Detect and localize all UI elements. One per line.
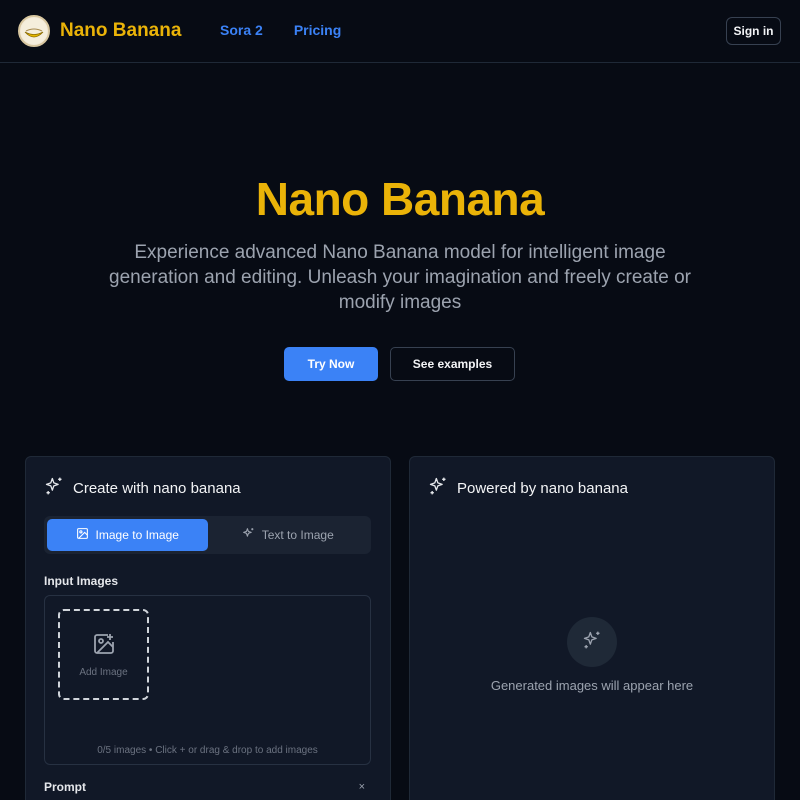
hero-actions: Try Now See examples <box>284 347 515 381</box>
top-navbar: Nano Banana Sora 2 Pricing Sign in <box>0 0 800 63</box>
output-panel: Powered by nano banana Generated images … <box>409 456 775 800</box>
image-plus-icon <box>92 632 116 661</box>
brand-name: Nano Banana <box>60 20 182 41</box>
prompt-label: Prompt <box>44 780 86 794</box>
sign-in-button[interactable]: Sign in <box>726 17 781 45</box>
input-images-label: Input Images <box>44 574 119 588</box>
main-nav: Sora 2 Pricing <box>220 22 341 38</box>
hero-description: Experience advanced Nano Banana model fo… <box>109 242 691 313</box>
add-image-label: Add Image <box>79 666 128 678</box>
hero-title: Nano Banana <box>255 173 545 225</box>
create-panel-title: Create with nano banana <box>73 480 241 497</box>
try-now-button[interactable]: Try Now <box>284 347 378 381</box>
output-placeholder: Generated images will appear here <box>410 617 774 693</box>
output-panel-title: Powered by nano banana <box>457 480 628 497</box>
banana-logo-icon <box>18 15 50 47</box>
image-upload-dropzone[interactable]: Add Image 0/5 images • Click + or drag &… <box>44 595 371 765</box>
brand-logo[interactable]: Nano Banana <box>18 15 181 47</box>
create-panel-header: Create with nano banana <box>44 476 241 501</box>
tab-label: Text to Image <box>261 528 334 542</box>
sparkles-icon <box>242 527 255 543</box>
sparkles-icon <box>44 476 64 501</box>
nav-link-pricing[interactable]: Pricing <box>294 22 341 38</box>
clear-prompt-button[interactable]: × <box>359 781 365 793</box>
nav-link-sora-2[interactable]: Sora 2 <box>220 22 263 38</box>
tab-text-to-image[interactable]: Text to Image <box>208 519 369 551</box>
placeholder-badge <box>567 617 617 667</box>
page: Nano Banana Sora 2 Pricing Sign in Nano … <box>0 0 800 800</box>
image-icon <box>76 527 89 543</box>
tab-image-to-image[interactable]: Image to Image <box>47 519 208 551</box>
see-examples-button[interactable]: See examples <box>390 347 515 381</box>
sparkles-icon <box>582 630 602 655</box>
upload-hint: 0/5 images • Click + or drag & drop to a… <box>97 745 318 756</box>
output-panel-header: Powered by nano banana <box>428 476 628 501</box>
add-image-button[interactable]: Add Image <box>58 609 149 700</box>
create-panel: Create with nano banana Image to Image T… <box>25 456 391 800</box>
sparkles-icon <box>428 476 448 501</box>
output-placeholder-text: Generated images will appear here <box>490 678 694 693</box>
tab-label: Image to Image <box>95 528 179 542</box>
mode-tabs: Image to Image Text to Image <box>44 516 371 554</box>
